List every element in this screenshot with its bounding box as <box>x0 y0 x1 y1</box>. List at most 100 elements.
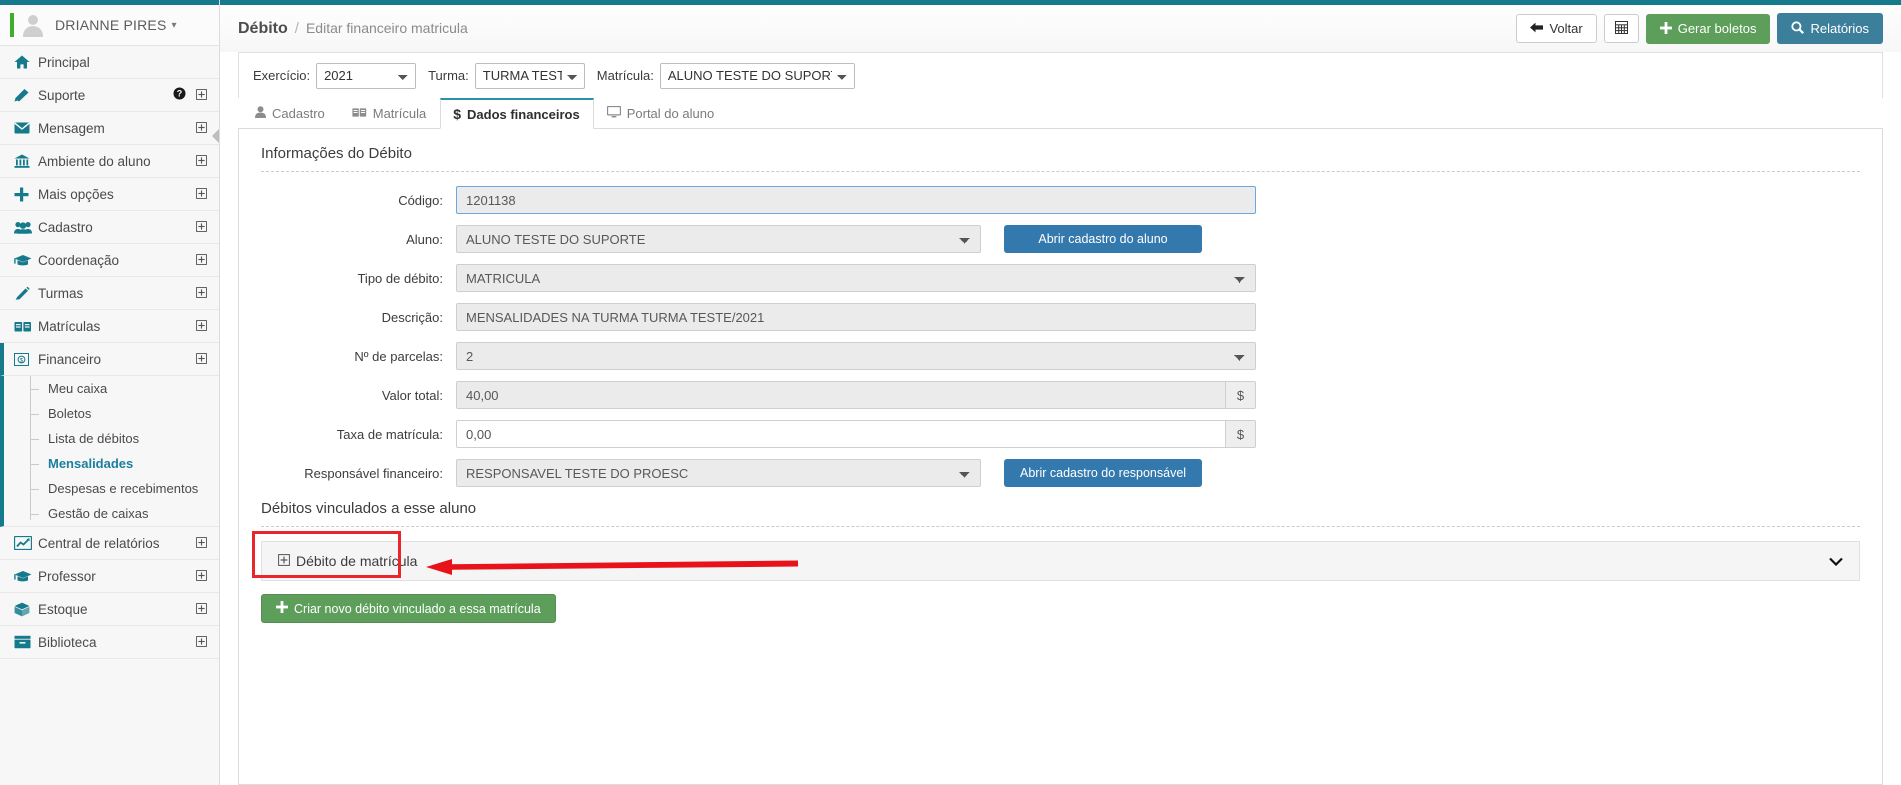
user-name: DRIANNE PIRES <box>55 17 167 33</box>
open-student-record-button[interactable]: Abrir cadastro do aluno <box>1004 225 1202 253</box>
tab-matr-cula[interactable]: Matrícula <box>339 97 440 128</box>
turma-select[interactable]: TURMA TESTE <box>474 62 585 89</box>
expand-icon-financeiro[interactable] <box>196 352 207 366</box>
sidebar-item-principal[interactable]: Principal <box>0 46 219 79</box>
expand-icon[interactable] <box>196 286 207 300</box>
sidebar-nav-top: Principal Suporte ? Mensagem Ambiente do… <box>0 46 219 343</box>
open-guardian-record-button[interactable]: Abrir cadastro do responsável <box>1004 459 1203 487</box>
tab-panel-dados-financeiros: Informações do Débito Código: 1201138 Al… <box>238 129 1883 785</box>
sidebar-subitem-label: Boletos <box>48 406 92 421</box>
page-header: Débito / Editar financeiro matricula Vol… <box>220 5 1901 52</box>
label-responsavel: Responsável financeiro: <box>304 465 443 481</box>
create-linked-debt-label: Criar novo débito vinculado a essa matrí… <box>294 601 541 616</box>
breadcrumb-separator: / <box>294 19 299 37</box>
sidebar-item-mais-op-es[interactable]: Mais opções <box>0 178 219 211</box>
expand-icon[interactable] <box>196 253 207 267</box>
tab-dados-financeiros[interactable]: $ Dados financeiros <box>440 98 594 129</box>
bank-icon <box>14 154 38 168</box>
select-parcelas[interactable]: 2 <box>456 342 1256 370</box>
sidebar-subitem-gest-o-de-caixas[interactable]: Gestão de caixas <box>14 501 219 526</box>
expand-icon[interactable] <box>196 536 207 550</box>
sidebar-item-matr-culas[interactable]: Matrículas <box>0 310 219 343</box>
sidebar-subitem-label: Gestão de caixas <box>48 506 149 521</box>
chevron-down-icon[interactable] <box>1829 554 1843 569</box>
expand-icon[interactable] <box>196 88 207 102</box>
exercicio-select[interactable]: 2021 <box>316 62 417 89</box>
expand-icon[interactable] <box>196 319 207 333</box>
tab-cadastro[interactable]: Cadastro <box>242 97 339 128</box>
breadcrumb-sub: Editar financeiro matricula <box>305 19 468 36</box>
dollar-icon-valor-total: $ <box>1226 381 1256 409</box>
online-indicator <box>10 13 14 37</box>
field-row-aluno: Aluno: ALUNO TESTE DO SUPORTE Abrir cada… <box>239 225 1882 253</box>
sidebar-item-label: Suporte <box>38 87 86 103</box>
sidebar-item-estoque[interactable]: Estoque <box>0 593 219 626</box>
sidebar-item-coordena-o[interactable]: Coordenação <box>0 244 219 277</box>
expand-icon[interactable] <box>196 121 207 135</box>
select-aluno[interactable]: ALUNO TESTE DO SUPORTE <box>456 225 981 253</box>
avatar <box>20 12 46 38</box>
sidebar-item-turmas[interactable]: Turmas <box>0 277 219 310</box>
sidebar-item-biblioteca[interactable]: Biblioteca <box>0 626 219 659</box>
field-row-codigo: Código: 1201138 <box>239 186 1882 214</box>
matricula-select[interactable]: ALUNO TESTE DO SUPORTE <box>659 62 855 89</box>
sidebar-item-professor[interactable]: Professor <box>0 560 219 593</box>
main-content: Débito / Editar financeiro matricula Vol… <box>220 0 1901 785</box>
sidebar-item-label: Ambiente do aluno <box>38 153 151 169</box>
book-icon <box>14 320 38 333</box>
help-icon[interactable]: ? <box>173 87 186 103</box>
label-taxa-matricula: Taxa de matrícula: <box>336 426 443 442</box>
sidebar-collapse-handle[interactable] <box>212 128 219 144</box>
sidebar-subitem-meu-caixa[interactable]: Meu caixa <box>14 376 219 401</box>
grid-button[interactable] <box>1603 14 1639 43</box>
plus-icon <box>276 601 288 616</box>
exercicio-label: Exercício: <box>253 68 311 83</box>
sidebar-subitem-despesas-e-recebimentos[interactable]: Despesas e recebimentos <box>14 476 219 501</box>
user-menu[interactable]: DRIANNE PIRES ▾ <box>0 5 219 46</box>
back-button-label: Voltar <box>1549 21 1583 36</box>
svg-text:$: $ <box>20 358 24 364</box>
expand-icon[interactable] <box>196 220 207 234</box>
sidebar-submenu-financeiro: Meu caixa Boletos Lista de débitos Mensa… <box>0 376 219 527</box>
reports-button[interactable]: Relatórios <box>1777 13 1883 44</box>
create-linked-debt-button[interactable]: Criar novo débito vinculado a essa matrí… <box>261 594 556 623</box>
accordion-debito-matricula[interactable]: Débito de matrícula <box>261 541 1860 581</box>
tab-portal-do-aluno[interactable]: Portal do aluno <box>594 97 728 128</box>
chart-icon <box>14 536 38 550</box>
label-parcelas: Nº de parcelas: <box>354 348 443 364</box>
expand-icon[interactable] <box>196 635 207 649</box>
sidebar-item-mensagem[interactable]: Mensagem <box>0 112 219 145</box>
divider-2 <box>261 526 1860 527</box>
generate-boletos-button[interactable]: Gerar boletos <box>1645 13 1771 44</box>
back-button[interactable]: Voltar <box>1516 14 1597 43</box>
input-codigo[interactable]: 1201138 <box>456 186 1256 214</box>
expand-icon[interactable] <box>196 602 207 616</box>
sidebar-item-label: Biblioteca <box>38 634 97 650</box>
section-title-debito: Informações do Débito <box>261 145 412 162</box>
select-responsavel[interactable]: RESPONSAVEL TESTE DO PROESC <box>456 459 981 487</box>
sidebar-subitem-mensalidades[interactable]: Mensalidades <box>14 451 219 476</box>
select-tipo-debito[interactable]: MATRICULA <box>456 264 1256 292</box>
graduation-icon <box>14 570 38 583</box>
label-codigo: Código: <box>398 192 443 208</box>
field-row-taxa-matricula: Taxa de matrícula: 0,00 $ <box>239 420 1882 448</box>
sidebar-subitem-lista-de-d-bitos[interactable]: Lista de débitos <box>14 426 219 451</box>
sidebar-item-suporte[interactable]: Suporte ? <box>0 79 219 112</box>
support-icon <box>14 88 38 102</box>
sidebar-item-cadastro[interactable]: Cadastro <box>0 211 219 244</box>
envelope-icon <box>14 122 38 134</box>
input-descricao[interactable]: MENSALIDADES NA TURMA TURMA TESTE/2021 <box>456 303 1256 331</box>
input-valor-total[interactable]: 40,00 <box>456 381 1226 409</box>
label-valor-total: Valor total: <box>381 387 443 403</box>
tab-strip: Cadastro Matrícula $ Dados financeiros P… <box>238 98 1883 129</box>
sidebar-subitem-boletos[interactable]: Boletos <box>14 401 219 426</box>
section-title-linked: Débitos vinculados a esse aluno <box>261 500 477 517</box>
sidebar-item-central-de-relat-rios[interactable]: Central de relatórios <box>0 527 219 560</box>
expand-icon[interactable] <box>196 569 207 583</box>
sidebar-item-ambiente-do-aluno[interactable]: Ambiente do aluno <box>0 145 219 178</box>
sidebar-item-financeiro[interactable]: $ Financeiro <box>0 343 219 376</box>
input-taxa-matricula[interactable]: 0,00 <box>456 420 1226 448</box>
expand-icon[interactable] <box>196 187 207 201</box>
sidebar-item-label: Turmas <box>38 285 84 301</box>
expand-icon[interactable] <box>196 154 207 168</box>
